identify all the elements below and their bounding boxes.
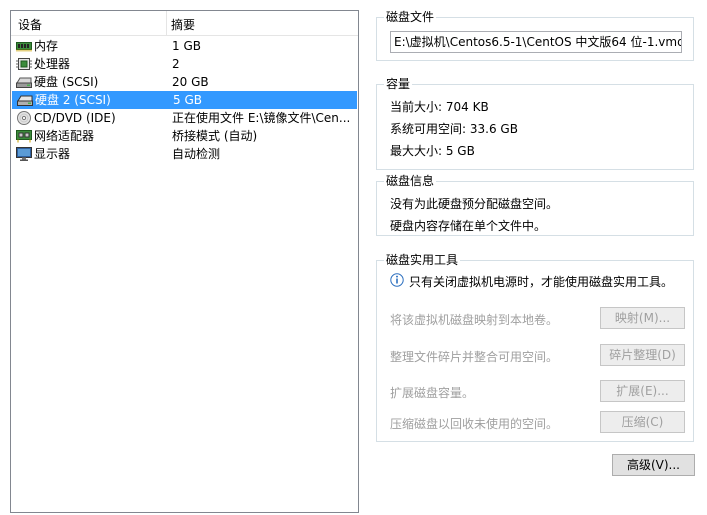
column-separator[interactable] — [166, 11, 167, 35]
device-row-hard-disk-2[interactable]: 硬盘 2 (SCSI) 5 GB — [12, 91, 357, 109]
device-row-cd-dvd[interactable]: CD/DVD (IDE) 正在使用文件 E:\镜像文件\Cen... — [11, 109, 358, 127]
device-name: 内存 — [34, 39, 59, 53]
system-free-space-text: 系统可用空间: 33.6 GB — [390, 122, 518, 136]
disk-file-group: 磁盘文件 E:\虚拟机\Centos6.5-1\CentOS 中文版64 位-1… — [376, 10, 694, 61]
device-summary: 1 GB — [172, 39, 201, 53]
disk-file-title: 磁盘文件 — [384, 10, 437, 24]
device-list-header: 设备 摘要 — [11, 11, 358, 36]
hard-disk-icon — [16, 75, 32, 89]
disk-info-group: 磁盘信息 没有为此硬盘预分配磁盘空间。 硬盘内容存储在单个文件中。 — [376, 174, 694, 236]
device-name: 硬盘 2 (SCSI) — [35, 93, 111, 107]
info-icon — [390, 273, 404, 287]
device-summary: 自动检测 — [172, 147, 221, 161]
device-row-network-adapter[interactable]: 网络适配器 桥接模式 (自动) — [11, 127, 358, 145]
summary-column-header[interactable]: 摘要 — [171, 16, 195, 33]
current-size-text: 当前大小: 704 KB — [390, 100, 489, 114]
device-summary: 正在使用文件 E:\镜像文件\Cen... — [172, 111, 351, 125]
device-column-header[interactable]: 设备 — [18, 16, 42, 33]
device-name: 显示器 — [34, 147, 71, 161]
device-row-memory[interactable]: 内存 1 GB — [11, 37, 358, 55]
device-summary: 5 GB — [173, 93, 202, 107]
device-name: CD/DVD (IDE) — [34, 111, 116, 125]
device-name: 网络适配器 — [34, 129, 95, 143]
map-button[interactable]: 映射(M)... — [600, 307, 685, 329]
compact-button[interactable]: 压缩(C) — [600, 411, 685, 433]
max-size-text: 最大大小: 5 GB — [390, 144, 475, 158]
capacity-title: 容量 — [384, 77, 413, 91]
device-row-display[interactable]: 显示器 自动检测 — [11, 145, 358, 163]
disk-info-line-2: 硬盘内容存储在单个文件中。 — [390, 219, 547, 233]
cd-dvd-icon — [16, 111, 32, 125]
device-list: 设备 摘要 内存 1 GB 处理器 2 硬盘 (SCSI) 20 GB 硬盘 2… — [10, 10, 359, 513]
expand-button[interactable]: 扩展(E)... — [600, 380, 685, 402]
memory-icon — [16, 39, 32, 53]
expand-row: 扩展磁盘容量。 扩展(E)... — [390, 380, 686, 402]
advanced-button[interactable]: 高级(V)... — [612, 454, 695, 476]
device-row-hard-disk[interactable]: 硬盘 (SCSI) 20 GB — [11, 73, 358, 91]
hard-disk-icon — [17, 93, 33, 107]
defragment-label: 整理文件碎片并整合可用空间。 — [390, 350, 559, 364]
defragment-row: 整理文件碎片并整合可用空间。 碎片整理(D) — [390, 344, 686, 366]
device-summary: 桥接模式 (自动) — [172, 129, 258, 143]
disk-tools-title: 磁盘实用工具 — [384, 253, 461, 267]
disk-tools-group: 磁盘实用工具 只有关闭虚拟机电源时，才能使用磁盘实用工具。 将该虚拟机磁盘映射到… — [376, 253, 694, 442]
map-disk-row: 将该虚拟机磁盘映射到本地卷。 映射(M)... — [390, 307, 686, 329]
capacity-group: 容量 当前大小: 704 KB 系统可用空间: 33.6 GB 最大大小: 5 … — [376, 77, 694, 170]
processor-icon — [16, 57, 32, 71]
disk-tools-notice: 只有关闭虚拟机电源时，才能使用磁盘实用工具。 — [409, 275, 674, 289]
disk-info-line-1: 没有为此硬盘预分配磁盘空间。 — [390, 197, 559, 211]
device-summary: 20 GB — [172, 75, 209, 89]
expand-label: 扩展磁盘容量。 — [390, 386, 475, 400]
device-summary: 2 — [172, 57, 180, 71]
map-disk-label: 将该虚拟机磁盘映射到本地卷。 — [390, 313, 559, 327]
compact-label: 压缩磁盘以回收未使用的空间。 — [390, 417, 559, 431]
device-name: 硬盘 (SCSI) — [34, 75, 99, 89]
compact-row: 压缩磁盘以回收未使用的空间。 压缩(C) — [390, 411, 686, 433]
device-row-processor[interactable]: 处理器 2 — [11, 55, 358, 73]
disk-file-path-field[interactable]: E:\虚拟机\Centos6.5-1\CentOS 中文版64 位-1.vmdk — [390, 31, 682, 53]
display-icon — [16, 147, 32, 161]
device-name: 处理器 — [34, 57, 71, 71]
disk-info-title: 磁盘信息 — [384, 174, 437, 188]
network-adapter-icon — [16, 129, 32, 143]
defragment-button[interactable]: 碎片整理(D) — [600, 344, 685, 366]
